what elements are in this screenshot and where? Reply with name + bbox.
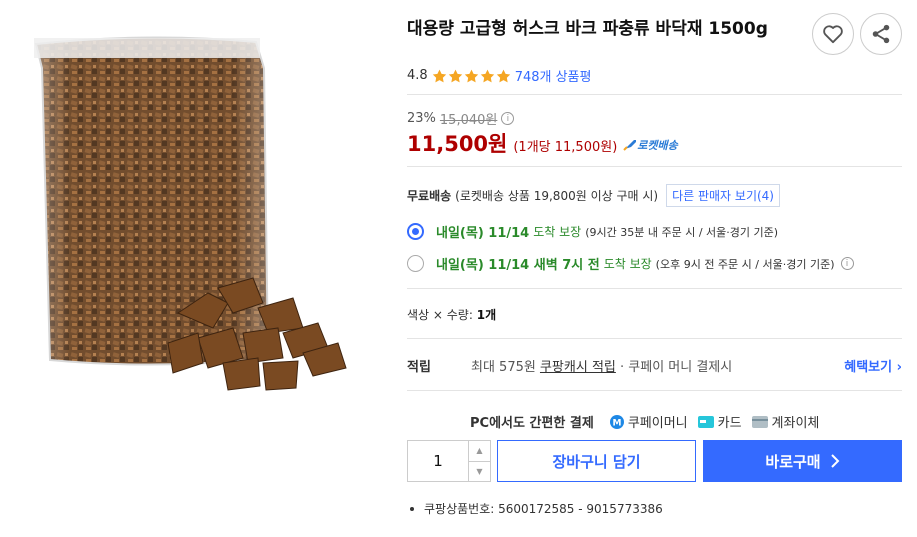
star-icon (480, 69, 494, 82)
add-to-cart-button[interactable]: 장바구니 담기 (497, 440, 696, 482)
divider (407, 288, 902, 289)
chevron-right-icon (830, 454, 840, 468)
stepper-buttons: ▲ ▼ (468, 441, 490, 481)
free-shipping-label: 무료배송 (407, 189, 452, 203)
delivery-date: 내일(목) 11/14 (436, 226, 530, 241)
payment-method-transfer: 계좌이체 (751, 412, 820, 431)
option-summary-value: 1개 (476, 308, 497, 322)
payment-method-label: 계좌이체 (771, 416, 820, 431)
payment-label: PC에서도 간편한 결제 (470, 416, 594, 431)
unit-price: (1개당 11,500원) (513, 140, 618, 155)
payment-method-coupay: M 쿠페이머니 (609, 412, 688, 431)
discount-rate: 23% (407, 111, 436, 126)
product-number: 쿠팡상품번호: 5600172585 - 9015773386 (407, 500, 663, 517)
coupang-cash-link[interactable]: 쿠팡캐시 적립 (540, 360, 616, 375)
points-amount: 최대 575원 (471, 360, 536, 375)
benefit-link-label: 혜택보기 (844, 360, 893, 375)
points-label: 적립 (407, 360, 431, 375)
rating-value: 4.8 (407, 68, 428, 83)
star-icon (496, 69, 510, 82)
product-number-text: 쿠팡상품번호: 5600172585 - 9015773386 (424, 502, 663, 516)
option-summary: 색상 × 수량: 1개 (407, 306, 496, 323)
free-shipping-desc: (로켓배송 상품 19,800원 이상 구매 시) (455, 189, 659, 203)
discount-row: 23% 15,040원 i (407, 109, 515, 128)
delivery-condition: (오후 9시 전 주문 시 / 서울·경기 기준) (655, 257, 835, 271)
rating-row: 4.8 748개 상품평 (407, 66, 591, 85)
rocket-icon (623, 140, 637, 151)
buy-now-button[interactable]: 바로구매 (703, 440, 902, 482)
chevron-up-icon: ▲ (476, 446, 483, 456)
divider (407, 338, 902, 339)
star-icon (464, 69, 478, 82)
review-count-link[interactable]: 748개 상품평 (515, 66, 592, 85)
payment-method-label: 카드 (717, 416, 742, 431)
points-suffix: · 쿠페이 머니 결제시 (620, 360, 733, 375)
chevron-right-icon: › (896, 360, 902, 375)
heart-icon (823, 25, 843, 44)
delivery-radio[interactable] (407, 255, 424, 272)
share-button[interactable] (860, 13, 902, 55)
star-rating (432, 69, 511, 83)
points-row: 적립 최대 575원 쿠팡캐시 적립 · 쿠페이 머니 결제시 혜택보기 › (407, 356, 902, 375)
delivery-condition: (9시간 35분 내 주문 시 / 서울·경기 기준) (585, 225, 779, 239)
rocket-delivery-badge: 로켓배송 (623, 137, 678, 153)
quantity-stepper: ▲ ▼ (407, 440, 491, 482)
price-row: 11,500원 (1개당 11,500원) 로켓배송 (407, 128, 678, 158)
wishlist-button[interactable] (812, 13, 854, 55)
payment-methods: PC에서도 간편한 결제 M 쿠페이머니 카드 계좌이체 (470, 412, 819, 431)
bank-transfer-icon (751, 415, 768, 428)
benefit-link[interactable]: 혜택보기 › (844, 356, 902, 375)
delivery-radio-selected[interactable] (407, 223, 424, 240)
divider (407, 166, 902, 167)
sale-price: 11,500원 (407, 132, 508, 156)
star-icon (448, 69, 462, 82)
card-icon (697, 415, 714, 428)
delivery-date: 내일(목) 11/14 새벽 7시 전 (436, 258, 600, 273)
chevron-down-icon: ▼ (476, 466, 483, 476)
bullet (410, 506, 414, 511)
other-sellers-button[interactable]: 다른 판매자 보기(4) (666, 184, 780, 207)
rocket-label: 로켓배송 (637, 139, 678, 152)
original-price: 15,040원 (439, 113, 498, 128)
option-summary-label: 색상 × 수량: (407, 308, 473, 322)
points-desc: 최대 575원 쿠팡캐시 적립 · 쿠페이 머니 결제시 (471, 356, 732, 375)
coupay-icon: M (609, 414, 624, 429)
divider (407, 94, 902, 95)
payment-method-label: 쿠페이머니 (627, 416, 688, 431)
svg-text:M: M (612, 418, 621, 428)
delivery-guarantee: 도착 보장 (533, 225, 582, 239)
increase-button[interactable]: ▲ (469, 441, 490, 462)
star-icon (432, 69, 446, 82)
divider (407, 390, 902, 391)
decrease-button[interactable]: ▼ (469, 462, 490, 482)
shipping-row: 무료배송 (로켓배송 상품 19,800원 이상 구매 시) 다른 판매자 보기… (407, 184, 780, 207)
payment-method-card: 카드 (697, 412, 742, 431)
delivery-guarantee: 도착 보장 (603, 257, 652, 271)
product-title: 대용량 고급형 허스크 바크 파충류 바닥재 1500g (407, 19, 768, 39)
share-icon (872, 24, 890, 44)
delivery-option-1[interactable]: 내일(목) 11/14 도착 보장 (9시간 35분 내 주문 시 / 서울·경… (407, 222, 778, 241)
info-icon[interactable]: i (501, 112, 515, 125)
quantity-input[interactable] (408, 441, 468, 481)
product-image (28, 28, 358, 398)
buy-now-label: 바로구매 (765, 452, 821, 471)
delivery-option-2[interactable]: 내일(목) 11/14 새벽 7시 전 도착 보장 (오후 9시 전 주문 시 … (407, 254, 854, 273)
info-icon[interactable]: i (840, 257, 854, 270)
